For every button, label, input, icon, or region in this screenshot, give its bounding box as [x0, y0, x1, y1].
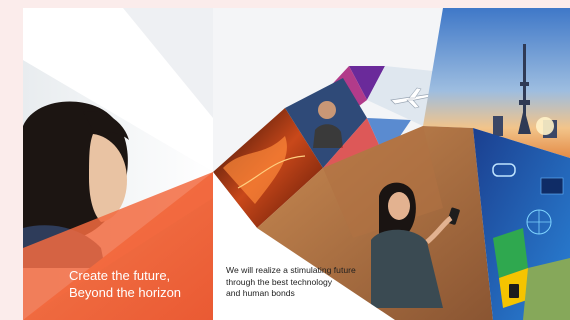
hero-banner: Create the future, Beyond the horizon We…	[23, 8, 570, 320]
headline-line-1: Create the future,	[69, 268, 171, 283]
mission-line-1: We will realize a stimulating future	[226, 265, 356, 275]
mission-statement: We will realize a stimulating future thr…	[226, 265, 406, 300]
headline-line-2: Beyond the horizon	[69, 285, 182, 300]
mission-line-2: through the best technology	[226, 276, 333, 287]
mission-line-3: and human bonds	[226, 288, 295, 298]
globe-network-icon	[526, 209, 552, 235]
hero-headline: Create the future, Beyond the horizon	[69, 267, 181, 301]
